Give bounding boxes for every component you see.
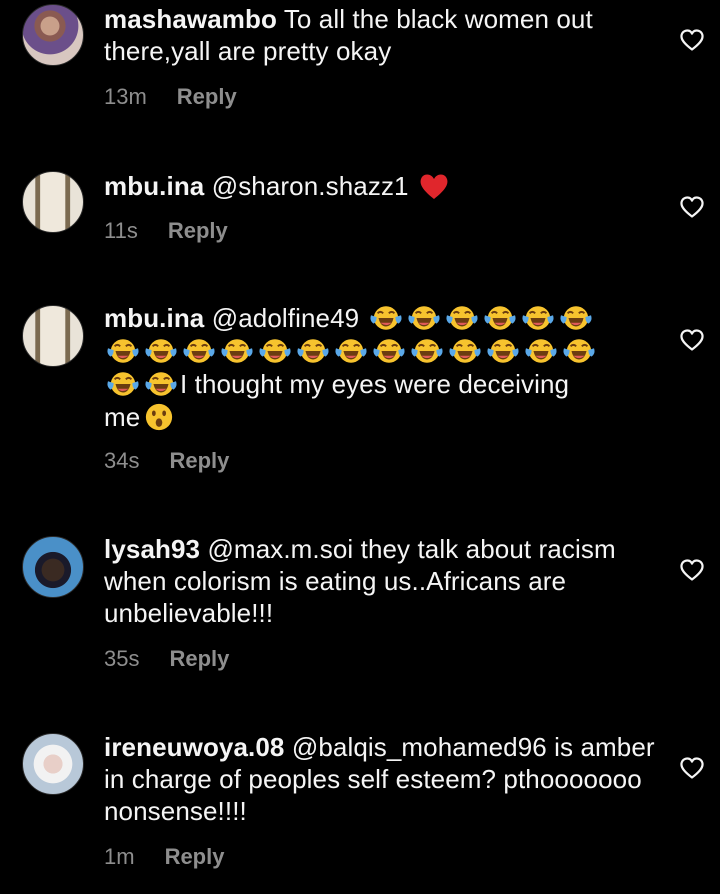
face-with-tears-of-joy-emoji — [559, 303, 593, 333]
heart-outline-icon[interactable] — [679, 195, 705, 219]
comment-body: lysah93 @max.m.soi they talk about racis… — [104, 533, 664, 629]
face-with-tears-of-joy-emoji — [258, 336, 292, 366]
heart-outline-icon[interactable] — [679, 328, 705, 352]
red-heart-emoji — [418, 171, 450, 201]
heart-outline-icon[interactable] — [679, 558, 705, 582]
comment-body: mashawambo To all the black women out th… — [104, 3, 664, 67]
face-with-tears-of-joy-emoji — [369, 303, 403, 333]
comment-username[interactable]: lysah93 — [104, 534, 200, 564]
face-with-tears-of-joy-emoji — [106, 336, 140, 366]
comment-meta: 13m Reply — [104, 84, 237, 110]
reply-button[interactable]: Reply — [177, 84, 237, 109]
reply-button[interactable]: Reply — [169, 448, 229, 473]
comment-text-end: me — [104, 402, 141, 432]
face-with-tears-of-joy-emoji — [144, 369, 178, 399]
face-with-tears-of-joy-emoji — [220, 336, 254, 366]
face-with-tears-of-joy-emoji — [448, 336, 482, 366]
comment-meta: 1m Reply — [104, 844, 224, 870]
avatar[interactable] — [22, 305, 84, 367]
comment-body: ireneuwoya.08 @balqis_mohamed96 is amber… — [104, 731, 664, 827]
face-with-open-mouth-emoji — [142, 402, 176, 432]
comment-body: mbu.ina @sharon.shazz1 — [104, 170, 664, 202]
face-with-tears-of-joy-emoji — [106, 369, 140, 399]
face-with-tears-of-joy-emoji — [144, 336, 178, 366]
comment-time: 1m — [104, 844, 135, 869]
emoji-group — [104, 369, 180, 399]
avatar[interactable] — [22, 733, 84, 795]
comment-time: 34s — [104, 448, 140, 473]
face-with-tears-of-joy-emoji — [296, 336, 330, 366]
comment-text: @sharon.shazz1 — [211, 171, 409, 201]
comment-text: I thought my eyes were deceiving — [180, 369, 570, 399]
emoji-group — [367, 303, 595, 333]
comment-meta: 11s Reply — [104, 218, 228, 244]
reply-button[interactable]: Reply — [169, 646, 229, 671]
avatar[interactable] — [22, 171, 84, 233]
comment-time: 11s — [104, 218, 138, 243]
comment-meta: 35s Reply — [104, 646, 229, 672]
face-with-tears-of-joy-emoji — [562, 336, 596, 366]
comment-username[interactable]: ireneuwoya.08 — [104, 732, 285, 762]
comment-meta: 34s Reply — [104, 448, 229, 474]
face-with-tears-of-joy-emoji — [445, 303, 479, 333]
comment-time: 13m — [104, 84, 147, 109]
comment-line: me — [104, 401, 664, 434]
comment-line: I thought my eyes were deceiving — [104, 368, 664, 401]
heart-outline-icon[interactable] — [679, 756, 705, 780]
reply-button[interactable]: Reply — [168, 218, 228, 243]
face-with-tears-of-joy-emoji — [182, 336, 216, 366]
face-with-tears-of-joy-emoji — [407, 303, 441, 333]
comment-mention[interactable]: @adolfine49 — [212, 303, 360, 333]
emoji-group — [104, 335, 664, 368]
comment-line: mbu.ina @adolfine49 — [104, 302, 664, 335]
face-with-tears-of-joy-emoji — [483, 303, 517, 333]
comment-username[interactable]: mbu.ina — [104, 171, 204, 201]
comment-username[interactable]: mashawambo — [104, 4, 277, 34]
face-with-tears-of-joy-emoji — [410, 336, 444, 366]
face-with-tears-of-joy-emoji — [524, 336, 558, 366]
face-with-tears-of-joy-emoji — [372, 336, 406, 366]
face-with-tears-of-joy-emoji — [486, 336, 520, 366]
reply-button[interactable]: Reply — [165, 844, 225, 869]
face-with-tears-of-joy-emoji — [521, 303, 555, 333]
comment-username[interactable]: mbu.ina — [104, 303, 204, 333]
comment-time: 35s — [104, 646, 140, 671]
avatar[interactable] — [22, 536, 84, 598]
avatar[interactable] — [22, 4, 84, 66]
comment-body: mbu.ina @adolfine49 I thought my eyes we… — [104, 302, 664, 434]
face-with-tears-of-joy-emoji — [334, 336, 368, 366]
heart-outline-icon[interactable] — [679, 28, 705, 52]
